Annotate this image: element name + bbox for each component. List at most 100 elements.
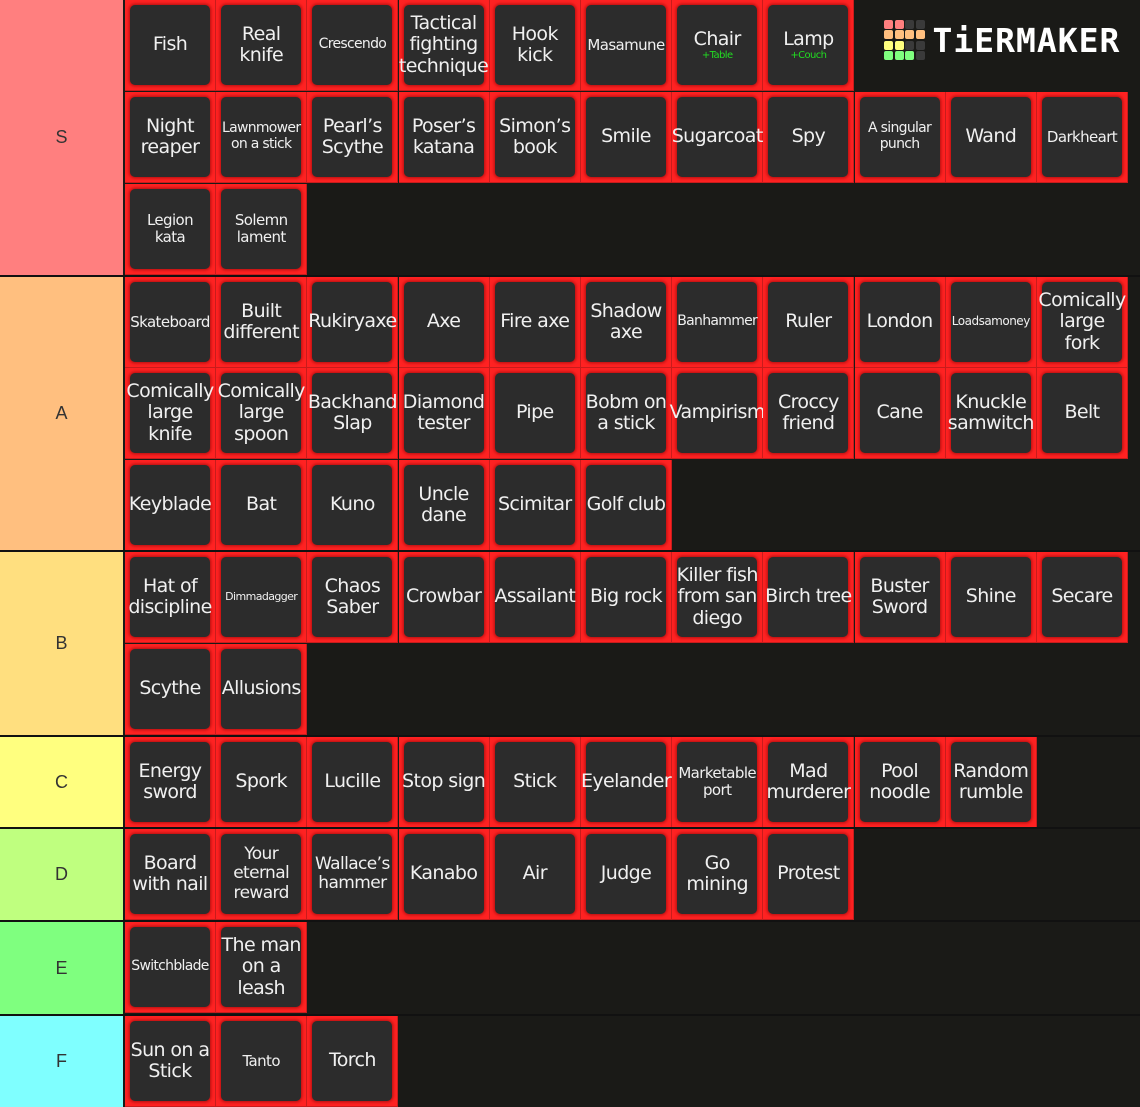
tier-item-sun-on-a-stick[interactable]: Sun on a Stick xyxy=(125,1016,216,1107)
tier-item-smile[interactable]: Smile xyxy=(581,92,672,183)
tier-item-lucille[interactable]: Lucille xyxy=(307,737,399,828)
tier-item-chaos-saber[interactable]: Chaos Saber xyxy=(307,552,399,643)
tier-item-simons-book[interactable]: Simon’s book xyxy=(489,92,581,183)
tier-label-e[interactable]: E xyxy=(0,922,124,1014)
tier-item-scimitar[interactable]: Scimitar xyxy=(489,460,581,551)
tier-item-banhammer[interactable]: Banhammer xyxy=(672,277,764,368)
tier-item-hook-kick[interactable]: Hook kick xyxy=(489,0,581,91)
tier-item-wallaces-hammer[interactable]: Wallace’s hammer xyxy=(307,829,399,920)
tier-item-built-different[interactable]: Built different xyxy=(216,277,308,368)
tier-item-real-knife[interactable]: Real knife xyxy=(216,0,308,91)
tier-item-chair[interactable]: Chair +Table xyxy=(672,0,764,91)
tier-item-rukiryaxe[interactable]: Rukiryaxe xyxy=(307,277,399,368)
tier-item-scythe[interactable]: Scythe xyxy=(125,644,216,735)
tier-item-label: Vampirism xyxy=(669,401,766,424)
tier-item-croccy-friend[interactable]: Croccy friend xyxy=(763,368,855,459)
tier-item-crescendo[interactable]: Crescendo xyxy=(307,0,399,91)
tier-item-label: Sugarcoat xyxy=(671,125,764,148)
tier-item-bobm-on-a-stick[interactable]: Bobm on a stick xyxy=(581,368,672,459)
tier-item-belt[interactable]: Belt xyxy=(1037,368,1128,459)
tier-item-your-eternal-reward[interactable]: Your eternal reward xyxy=(216,829,308,920)
tier-item-bat[interactable]: Bat xyxy=(216,460,308,551)
tier-item-spy[interactable]: Spy xyxy=(763,92,855,183)
tier-item-solemn-lament[interactable]: Solemn lament xyxy=(216,184,308,275)
tier-item-tactical-fighting-technique[interactable]: Tactical fighting technique xyxy=(398,0,490,91)
tier-item-torch[interactable]: Torch xyxy=(307,1016,399,1107)
tier-item-kuno[interactable]: Kuno xyxy=(307,460,399,551)
tier-label-c[interactable]: C xyxy=(0,737,124,827)
tier-item-comically-large-fork[interactable]: Comically large fork xyxy=(1037,277,1128,368)
tier-item-wand[interactable]: Wand xyxy=(945,92,1037,183)
tier-item-spork[interactable]: Spork xyxy=(216,737,308,828)
tier-label-s[interactable]: S xyxy=(0,0,124,275)
tier-item-loadsamoney[interactable]: Loadsamoney xyxy=(945,277,1037,368)
tier-item-cane[interactable]: Cane xyxy=(854,368,946,459)
tier-item-go-mining[interactable]: Go mining xyxy=(672,829,764,920)
tier-item-uncle-dane[interactable]: Uncle dane xyxy=(398,460,490,551)
tier-item-fire-axe[interactable]: Fire axe xyxy=(489,277,581,368)
tier-item-pipe[interactable]: Pipe xyxy=(489,368,581,459)
tier-item-birch-tree[interactable]: Birch tree xyxy=(763,552,855,643)
tier-item-axe[interactable]: Axe xyxy=(398,277,490,368)
tier-item-diamond-tester[interactable]: Diamond tester xyxy=(398,368,490,459)
tier-item-fish[interactable]: Fish xyxy=(125,0,216,91)
tier-item-switchblade[interactable]: Switchblade xyxy=(125,922,216,1013)
tier-item-lawnmower-on-a-stick[interactable]: Lawnmower on a stick xyxy=(216,92,308,183)
tier-item-darkheart[interactable]: Darkheart xyxy=(1037,92,1128,183)
tier-item-london[interactable]: London xyxy=(854,277,946,368)
tier-item-masamune[interactable]: Masamune xyxy=(581,0,672,91)
tier-item-card: Your eternal reward xyxy=(221,834,302,914)
tier-item-vampirism[interactable]: Vampirism xyxy=(669,368,766,459)
tier-item-shine[interactable]: Shine xyxy=(945,552,1037,643)
tier-item-air[interactable]: Air xyxy=(489,829,581,920)
tier-item-golf-club[interactable]: Golf club xyxy=(581,460,672,551)
tier-item-sugarcoat[interactable]: Sugarcoat xyxy=(672,92,763,183)
tier-item-lamp[interactable]: Lamp +Couch xyxy=(763,0,855,91)
tier-item-tanto[interactable]: Tanto xyxy=(216,1016,308,1107)
tier-item-protest[interactable]: Protest xyxy=(763,829,855,920)
tier-item-secare[interactable]: Secare xyxy=(1037,552,1128,643)
tier-item-eyelander[interactable]: Eyelander xyxy=(581,737,672,828)
tier-item-hat-of-discipline[interactable]: Hat of discipline xyxy=(125,552,216,643)
tier-item-shadow-axe[interactable]: Shadow axe xyxy=(581,277,672,368)
tier-item-random-rumble[interactable]: Random rumble xyxy=(945,737,1037,828)
tier-item-kanabo[interactable]: Kanabo xyxy=(398,829,490,920)
tier-item-card: Spy xyxy=(768,97,849,177)
tier-label-b[interactable]: B xyxy=(0,552,124,735)
tier-item-pearls-scythe[interactable]: Pearl’s Scythe xyxy=(307,92,399,183)
tier-item-stick[interactable]: Stick xyxy=(489,737,581,828)
tier-item-buster-sword[interactable]: Buster Sword xyxy=(854,552,946,643)
tier-item-label: Knuckle samwitch xyxy=(947,390,1035,434)
tier-label-d[interactable]: D xyxy=(0,829,124,920)
tier-item-night-reaper[interactable]: Night reaper xyxy=(125,92,216,183)
tier-item-board-with-nail[interactable]: Board with nail xyxy=(125,829,216,920)
tier-label-a[interactable]: A xyxy=(0,277,124,550)
tier-item-comically-large-knife[interactable]: Comically large knife xyxy=(125,368,216,459)
tier-item-judge[interactable]: Judge xyxy=(581,829,672,920)
tier-item-card: A singular punch xyxy=(859,97,940,177)
tier-item-marketable-port[interactable]: Marketable port xyxy=(672,737,764,828)
tier-item-stop-sign[interactable]: Stop sign xyxy=(398,737,490,828)
tier-item-mad-murderer[interactable]: Mad murderer xyxy=(763,737,855,828)
tier-item-killer-fish-from-san-diego[interactable]: Killer fish from san diego xyxy=(672,552,764,643)
tier-label-f[interactable]: F xyxy=(0,1016,124,1107)
tier-item-pool-noodle[interactable]: Pool noodle xyxy=(854,737,946,828)
tier-item-a-singular-punch[interactable]: A singular punch xyxy=(854,92,946,183)
tier-item-backhand-slap[interactable]: Backhand Slap xyxy=(307,368,399,459)
tier-row-c: C Energy sword Spork Lucille Stop sign Stick Ey… xyxy=(0,737,1140,828)
tier-item-energy-sword[interactable]: Energy sword xyxy=(125,737,216,828)
tier-item-ruler[interactable]: Ruler xyxy=(763,277,855,368)
tier-item-comically-large-spoon[interactable]: Comically large spoon xyxy=(216,368,308,459)
tier-item-allusions[interactable]: Allusions xyxy=(216,644,308,735)
tier-item-the-man-on-a-leash[interactable]: The man on a leash xyxy=(216,922,308,1013)
logo-grid-cell xyxy=(884,19,893,29)
tier-item-keyblade[interactable]: Keyblade xyxy=(125,460,216,551)
tier-item-assailant[interactable]: Assailant xyxy=(489,552,581,643)
tier-item-big-rock[interactable]: Big rock xyxy=(581,552,672,643)
tier-item-dimmadagger[interactable]: Dimmadagger xyxy=(216,552,308,643)
tier-item-legion-kata[interactable]: Legion kata xyxy=(125,184,216,275)
tier-item-posers-katana[interactable]: Poser’s katana xyxy=(398,92,490,183)
tier-item-skateboard[interactable]: Skateboard xyxy=(125,277,216,368)
tier-item-knuckle-samwitch[interactable]: Knuckle samwitch xyxy=(945,368,1037,459)
tier-item-crowbar[interactable]: Crowbar xyxy=(398,552,490,643)
